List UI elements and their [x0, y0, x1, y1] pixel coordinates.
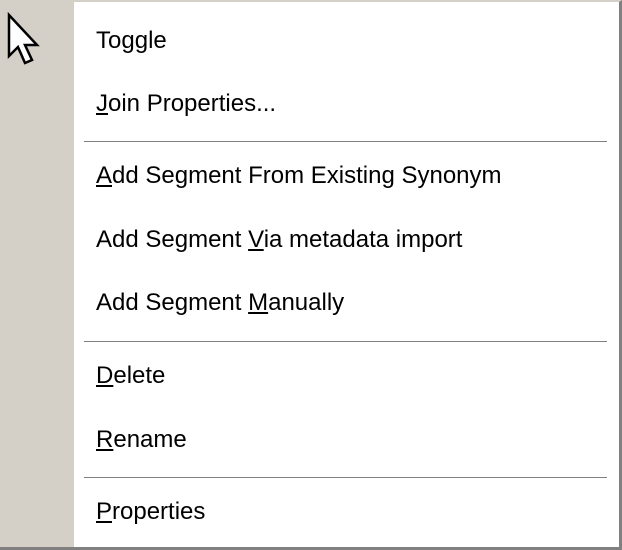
menu-item-label: Add Segment From Existing Synonym — [96, 162, 502, 189]
access-key-mnemonic: J — [96, 90, 108, 117]
access-key-mnemonic: A — [96, 162, 113, 189]
menu-item-add-segment-from-existing-synonym[interactable]: Add Segment From Existing Synonym — [96, 161, 502, 191]
access-key-mnemonic: D — [96, 362, 114, 389]
menu-item-add-segment-manually[interactable]: Add Segment Manually — [96, 288, 344, 318]
menu-item-label: Join Properties... — [96, 90, 277, 117]
access-key-mnemonic: g — [134, 27, 149, 54]
menu-separator — [84, 341, 607, 343]
menu-item-label: Add Segment Manually — [96, 289, 345, 316]
menu-item-label: Properties — [96, 498, 206, 525]
menu-item-properties[interactable]: Properties — [96, 497, 205, 527]
access-key-mnemonic: R — [96, 426, 114, 453]
menu-item-label: Delete — [96, 362, 166, 389]
access-key-mnemonic: P — [96, 498, 113, 525]
context-menu: Toggle Join Properties... Add Segment Fr… — [0, 0, 622, 550]
access-key-mnemonic: V — [248, 226, 264, 253]
menu-item-toggle[interactable]: Toggle — [96, 26, 167, 56]
menu-item-label: Add Segment Via metadata import — [96, 226, 463, 253]
menu-item-label: Rename — [96, 426, 187, 453]
menu-gutter — [0, 2, 74, 547]
menu-item-label: Toggle — [96, 27, 167, 54]
menu-item-add-segment-via-metadata-import[interactable]: Add Segment Via metadata import — [96, 225, 462, 255]
menu-separator — [84, 477, 607, 479]
menu-item-join-properties[interactable]: Join Properties... — [96, 89, 276, 119]
menu-item-rename[interactable]: Rename — [96, 425, 187, 455]
menu-item-delete[interactable]: Delete — [96, 361, 165, 391]
menu-items: Toggle Join Properties... Add Segment Fr… — [74, 2, 619, 547]
menu-separator — [84, 141, 607, 143]
access-key-mnemonic: M — [248, 289, 269, 316]
arrow-pointer-icon — [7, 12, 40, 65]
